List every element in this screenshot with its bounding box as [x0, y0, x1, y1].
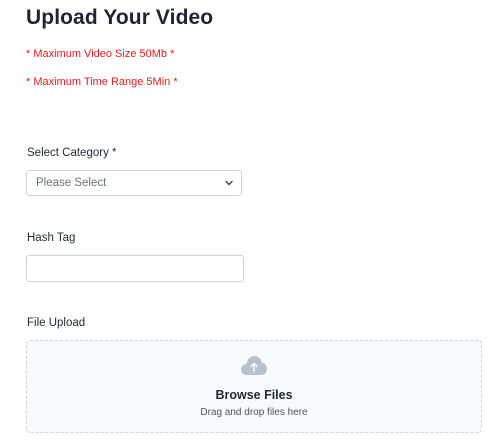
max-time-note: * Maximum Time Range 5Min *	[26, 76, 178, 88]
category-select[interactable]: Please Select	[26, 170, 242, 196]
file-upload-label: File Upload	[27, 317, 86, 329]
category-label: Select Category *	[27, 147, 117, 159]
file-dropzone[interactable]: Browse Files Drag and drop files here	[26, 340, 482, 433]
max-size-note: * Maximum Video Size 50Mb *	[26, 48, 175, 60]
cloud-upload-icon	[241, 356, 267, 375]
hashtag-input[interactable]	[26, 255, 244, 282]
upload-video-page: Upload Your Video * Maximum Video Size 5…	[0, 0, 500, 440]
drag-drop-hint: Drag and drop files here	[200, 407, 308, 418]
browse-files-title[interactable]: Browse Files	[27, 388, 481, 402]
chevron-down-icon	[225, 180, 233, 186]
page-title: Upload Your Video	[26, 6, 214, 29]
hashtag-label: Hash Tag	[27, 232, 76, 244]
category-selected-value: Please Select	[36, 177, 107, 189]
